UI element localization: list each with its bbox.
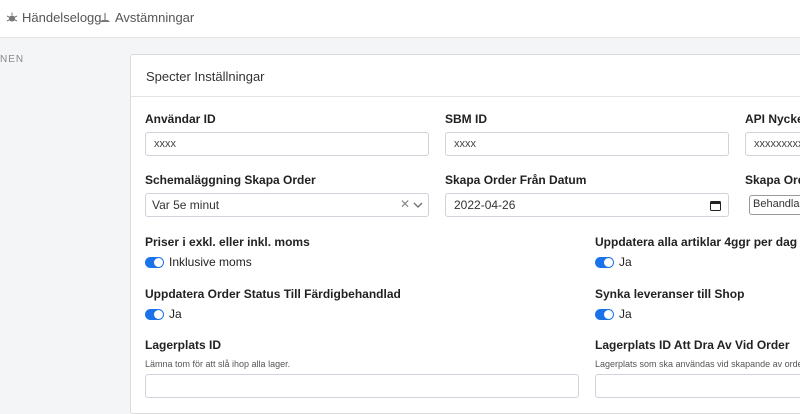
sbm-id-label: SBM ID [445, 112, 487, 126]
warehouse-pull-help: Lagerplats som ska användas vid skapande… [595, 359, 800, 369]
api-key-label: API Nyckel [745, 112, 800, 126]
toggle-switch[interactable] [145, 308, 164, 320]
prices-label: Priser i exkl. eller inkl. moms [145, 235, 310, 249]
card-title: Specter Inställningar [131, 55, 800, 97]
warehouse-id-label: Lagerplats ID [145, 338, 222, 352]
api-key-input[interactable]: xxxxxxxxxx [745, 132, 800, 156]
create-status-select[interactable]: Behandlas [749, 195, 800, 215]
toggle-switch[interactable] [595, 308, 614, 320]
from-date-label: Skapa Order Från Datum [445, 173, 587, 187]
schedule-select[interactable]: Var 5e minut ✕ [145, 193, 429, 217]
clear-icon[interactable]: ✕ [400, 197, 410, 211]
warehouse-pull-label: Lagerplats ID Att Dra Av Vid Order [595, 338, 790, 352]
toggle-switch[interactable] [595, 256, 614, 268]
scale-icon [100, 12, 110, 22]
toggle-switch[interactable] [145, 256, 164, 268]
from-date-input[interactable]: 2022-04-26 [445, 193, 729, 217]
update-status-toggle[interactable]: Ja [145, 307, 182, 321]
update-articles-label: Uppdatera alla artiklar 4ggr per dag [595, 235, 798, 249]
sbm-id-input[interactable]: xxxx [445, 132, 729, 156]
nav-event-log[interactable]: Händelselogg [6, 10, 102, 25]
top-navbar: Händelselogg Avstämningar [0, 0, 800, 38]
warehouse-id-help: Lämna tom för att slå ihop alla lager. [145, 359, 291, 369]
chevron-down-icon[interactable] [412, 199, 424, 211]
warehouse-pull-input[interactable] [595, 374, 800, 398]
nav-reconciliations-label: Avstämningar [115, 10, 195, 25]
sync-deliveries-toggle[interactable]: Ja [595, 307, 632, 321]
sync-deliveries-toggle-label: Ja [619, 307, 632, 321]
from-date-value: 2022-04-26 [454, 198, 516, 212]
update-status-toggle-label: Ja [169, 307, 182, 321]
update-articles-toggle[interactable]: Ja [595, 255, 632, 269]
create-status-value: Behandlas [753, 198, 800, 210]
user-id-label: Användar ID [145, 112, 216, 126]
prices-toggle[interactable]: Inklusive moms [145, 255, 252, 269]
settings-card: Specter Inställningar Användar ID xxxx S… [130, 54, 800, 414]
warehouse-id-input[interactable] [145, 374, 579, 398]
prices-toggle-label: Inklusive moms [169, 255, 252, 269]
calendar-icon[interactable] [710, 200, 721, 211]
schedule-value: Var 5e minut [152, 198, 220, 212]
user-id-input[interactable]: xxxx [145, 132, 429, 156]
sync-deliveries-label: Synka leveranser till Shop [595, 287, 745, 301]
schedule-label: Schemaläggning Skapa Order [145, 173, 316, 187]
update-status-label: Uppdatera Order Status Till Färdigbehand… [145, 287, 401, 301]
bug-icon [6, 12, 18, 21]
sidebar-section-label: NEN [0, 54, 25, 65]
nav-event-log-label: Händelselogg [22, 10, 102, 25]
nav-reconciliations[interactable]: Avstämningar [99, 10, 194, 25]
create-status-label: Skapa Orde [745, 173, 800, 187]
update-articles-toggle-label: Ja [619, 255, 632, 269]
